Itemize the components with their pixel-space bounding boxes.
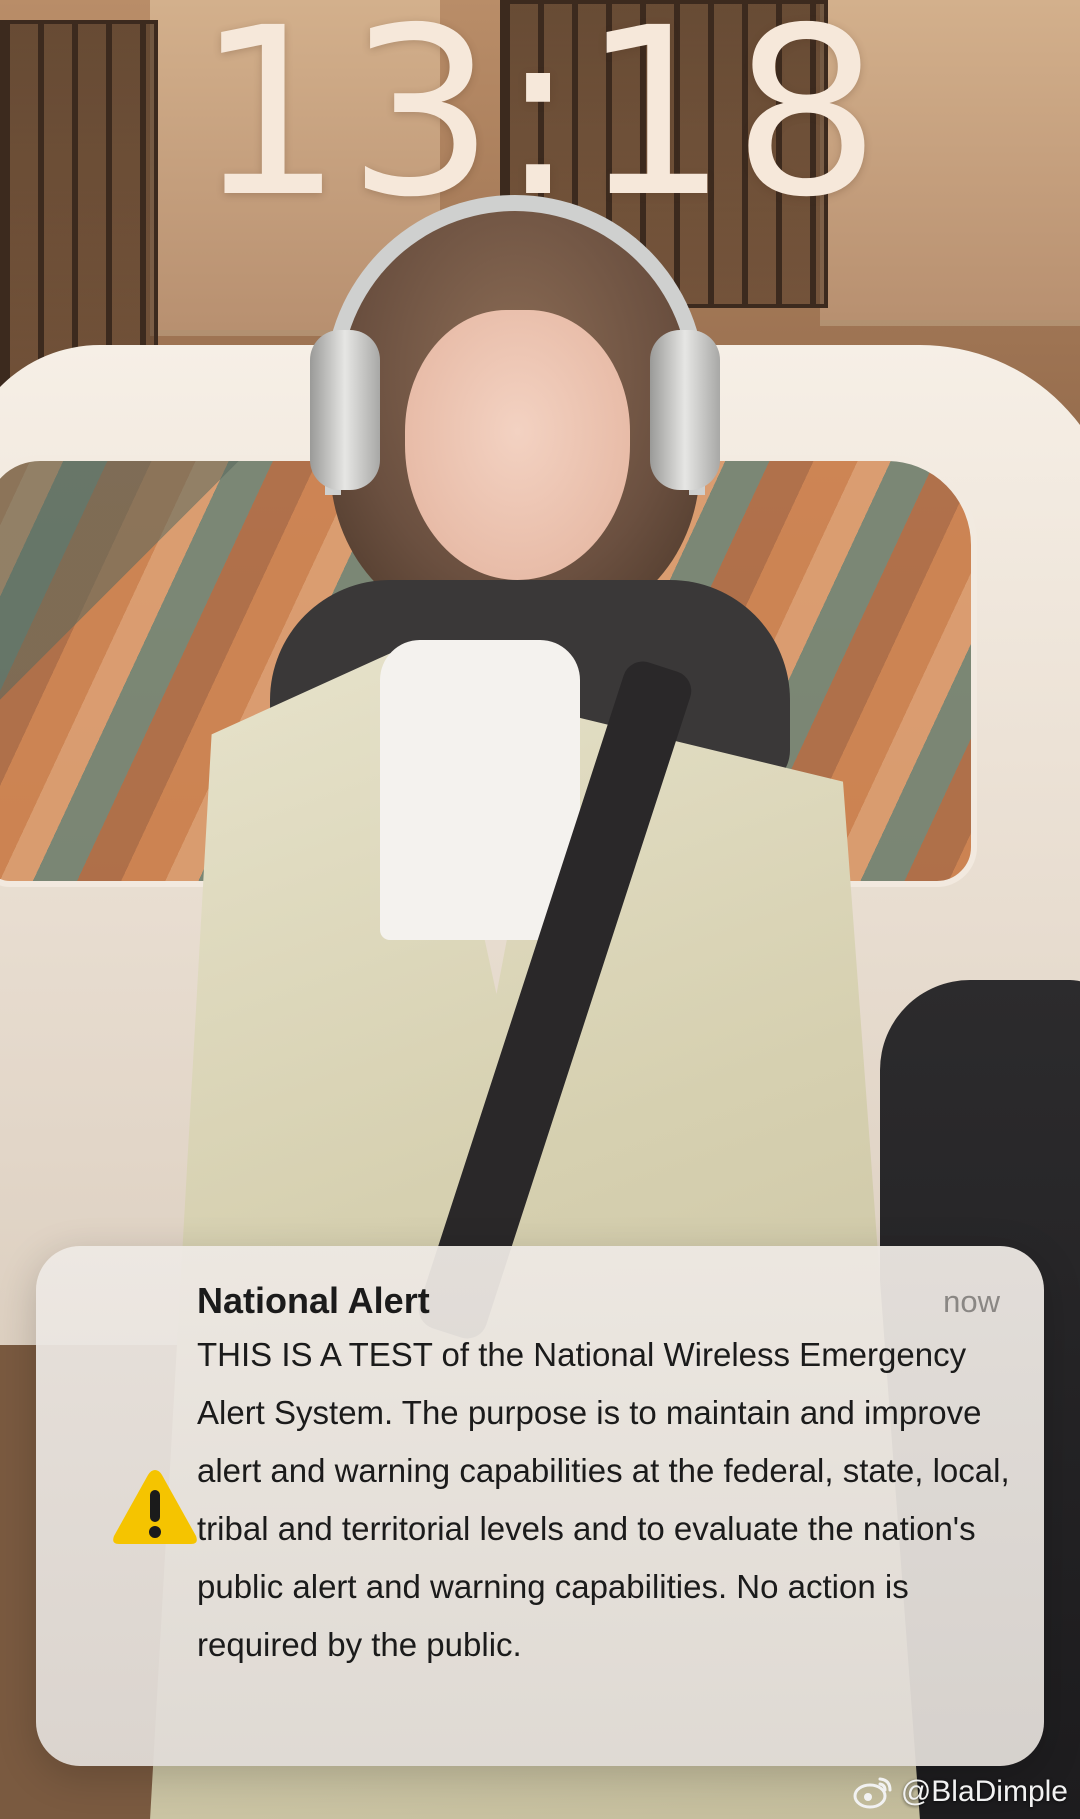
lock-screen: 13:18 National Alert now THIS IS A TEST … [0,0,1080,1819]
warning-triangle-icon [108,1464,202,1550]
wallpaper-headphones [325,195,705,495]
notification-body: THIS IS A TEST of the National Wireless … [197,1336,1010,1663]
notification-title: National Alert [197,1280,430,1321]
weibo-logo-icon [853,1777,892,1809]
notification-timestamp: now [943,1284,1000,1319]
watermark-handle: @BlaDimple [900,1775,1068,1808]
emergency-alert-notification[interactable]: National Alert now THIS IS A TEST of the… [36,1246,1044,1766]
wallpaper-headphone-cup [310,330,380,490]
watermark: @BlaDimple [853,1775,1068,1809]
wallpaper-headphone-cup [650,330,720,490]
